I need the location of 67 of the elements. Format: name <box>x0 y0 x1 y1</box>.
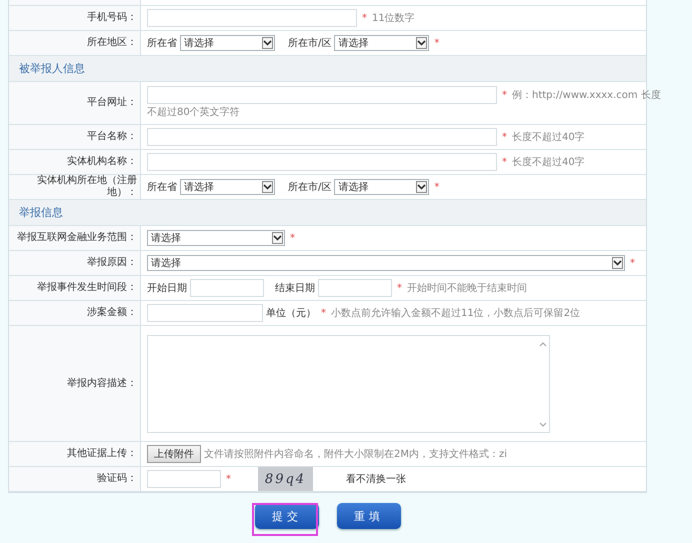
field-label: 手机号码： <box>87 12 137 24</box>
upload-button[interactable]: 上传附件 <box>147 445 201 463</box>
field-label: 平台名称： <box>87 131 137 143</box>
required-mark: * <box>502 90 507 100</box>
dropdown-arrow-icon <box>416 37 428 49</box>
dropdown-arrow-icon <box>612 257 623 269</box>
end-date-field[interactable] <box>318 279 392 297</box>
start-date-label: 开始日期 <box>147 282 187 295</box>
input-field[interactable] <box>147 86 497 104</box>
required-mark: * <box>502 156 507 168</box>
dropdown-arrow-icon <box>416 181 428 193</box>
city-label: 所在市/区 <box>288 36 332 50</box>
required-mark: * <box>226 474 231 484</box>
field-label: 验证码： <box>97 473 137 485</box>
field-hint: 11位数字 <box>372 12 415 25</box>
field-label: 涉案金额： <box>87 307 137 319</box>
dropdown-arrow-icon <box>262 181 273 193</box>
captcha-image: 89q4 <box>258 467 313 491</box>
start-date-field[interactable] <box>190 279 264 297</box>
required-mark: * <box>290 232 295 244</box>
field-hint: 不超过80个英文字符 <box>147 106 240 120</box>
required-mark: * <box>630 258 635 268</box>
select-dropdown[interactable]: 请选择 <box>147 255 625 271</box>
field-label: 其他证据上传： <box>67 448 137 460</box>
required-mark: * <box>434 182 440 192</box>
city-dropdown[interactable]: 请选择 <box>334 35 430 51</box>
field-label: 实体机构所在地（注册地）： <box>36 175 137 199</box>
refresh-captcha-link[interactable]: 看不清换一张 <box>346 472 406 486</box>
province-label: 所在省 <box>147 36 177 50</box>
field-hint: 长度不超过40字 <box>512 130 585 144</box>
city-dropdown[interactable]: 请选择 <box>334 179 430 195</box>
description-textarea[interactable] <box>147 334 550 432</box>
dropdown-arrow-icon <box>272 232 283 244</box>
required-mark: * <box>434 38 440 48</box>
field-hint: 小数点前允许输入金额不超过11位，小数点后可保留2位 <box>331 306 580 320</box>
field-label: 举报互联网金融业务范围： <box>17 232 137 244</box>
field-label: 实体机构名称： <box>67 156 137 168</box>
input-field[interactable] <box>147 153 497 171</box>
field-label: 举报事件发生时间段： <box>37 282 137 294</box>
amount-field[interactable] <box>147 304 263 322</box>
required-mark: * <box>362 12 367 24</box>
field-label: 举报内容描述： <box>67 378 137 390</box>
section-header: 被举报人信息 <box>9 56 646 82</box>
form-button[interactable]: 重填 <box>337 503 401 529</box>
end-date-label: 结束日期 <box>275 282 315 295</box>
required-mark: * <box>321 308 326 318</box>
input-field[interactable] <box>147 9 357 27</box>
province-dropdown[interactable]: 请选择 <box>180 35 275 51</box>
captcha-field[interactable] <box>147 470 221 488</box>
select-dropdown[interactable]: 请选择 <box>147 230 285 246</box>
field-hint: 例：http://www.xxxx.com 长度 <box>512 88 661 102</box>
required-mark: * <box>397 282 402 294</box>
form-button[interactable]: 提交 <box>255 503 319 529</box>
province-label: 所在省 <box>147 180 177 194</box>
unit-label: 单位（元） <box>266 306 316 320</box>
field-label: 举报原因： <box>87 257 137 269</box>
field-hint: 开始时间不能晚于结束时间 <box>407 282 527 295</box>
input-field[interactable] <box>147 128 497 146</box>
dropdown-arrow-icon <box>262 37 273 49</box>
field-label: 平台网址： <box>87 97 137 109</box>
field-hint: 长度不超过40字 <box>512 156 585 169</box>
section-header: 举报信息 <box>9 200 646 226</box>
required-mark: * <box>502 132 507 142</box>
field-label: 所在地区： <box>87 37 137 49</box>
upload-hint: 文件请按照附件内容命名，附件大小限制在2M内，支持文件格式：zi <box>204 448 508 461</box>
province-dropdown[interactable]: 请选择 <box>180 179 275 195</box>
city-label: 所在市/区 <box>288 180 332 194</box>
